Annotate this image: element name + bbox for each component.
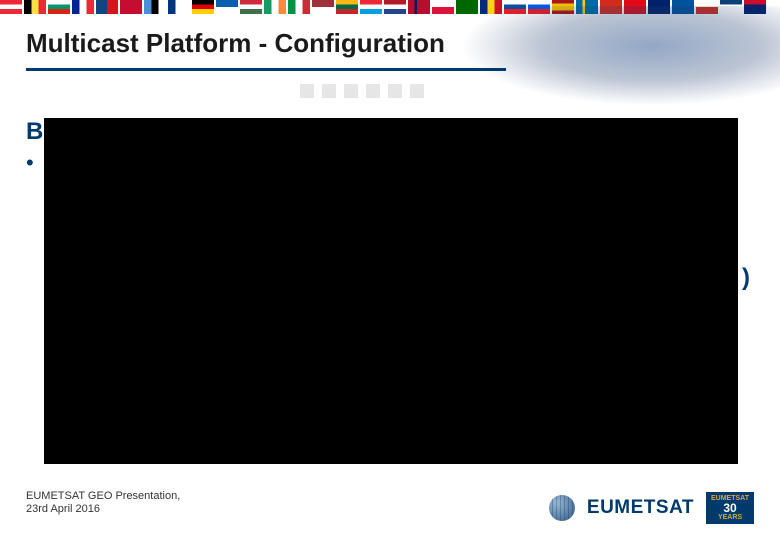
flag-icon (480, 0, 502, 14)
decor-squares (300, 84, 424, 98)
flag-icon (48, 0, 70, 14)
flag-icon (336, 0, 358, 14)
flag-icon (696, 0, 718, 14)
decor-square (322, 84, 336, 98)
header-flag-strip (0, 0, 780, 18)
flag-icon (432, 0, 454, 14)
flag-icon (384, 0, 406, 14)
title-underline (26, 68, 506, 71)
body-black-overlay (44, 118, 738, 464)
decor-square (410, 84, 424, 98)
globe-icon (549, 495, 575, 521)
slide-title-area: Multicast Platform - Configuration (26, 28, 445, 59)
anniversary-badge: EUMETSAT 30 YEARS (706, 492, 754, 524)
flag-icon (0, 0, 22, 14)
flag-icon (264, 0, 286, 14)
slide-title: Multicast Platform - Configuration (26, 28, 445, 59)
flag-icon (312, 0, 334, 14)
badge-bottom: YEARS (718, 514, 742, 521)
decor-square (366, 84, 380, 98)
logo-area: EUMETSAT EUMETSAT 30 YEARS (549, 492, 754, 524)
footer-text: EUMETSAT GEO Presentation, 23rd April 20… (26, 490, 180, 516)
decor-square (388, 84, 402, 98)
flag-icon (744, 0, 766, 14)
flag-icon (240, 0, 262, 14)
flag-icon (528, 0, 550, 14)
body-fragment-left: B (26, 118, 43, 146)
body-bullet: • (26, 150, 34, 176)
decor-square (300, 84, 314, 98)
flag-icon (216, 0, 238, 14)
flag-icon (600, 0, 622, 14)
flag-icon (288, 0, 310, 14)
flag-icon (24, 0, 46, 14)
flag-icon (456, 0, 478, 14)
flag-icon (408, 0, 430, 14)
flag-icon (72, 0, 94, 14)
decor-square (344, 84, 358, 98)
flag-icon (144, 0, 166, 14)
header-satellite-decor (460, 6, 780, 106)
flag-icon (648, 0, 670, 14)
flag-icon (120, 0, 142, 14)
flag-icon (192, 0, 214, 14)
flag-icon (504, 0, 526, 14)
badge-num: 30 (723, 502, 736, 514)
flag-icon (96, 0, 118, 14)
flag-icon (672, 0, 694, 14)
flag-icon (360, 0, 382, 14)
logo-text: EUMETSAT (587, 497, 694, 519)
flag-icon (168, 0, 190, 14)
flag-icon (624, 0, 646, 14)
footer-line1: EUMETSAT GEO Presentation, (26, 490, 180, 503)
flag-icon (576, 0, 598, 14)
flag-icon (552, 0, 574, 14)
flag-icon (720, 0, 742, 14)
footer-line2: 23rd April 2016 (26, 503, 180, 516)
body-fragment-right: ) (742, 264, 750, 292)
